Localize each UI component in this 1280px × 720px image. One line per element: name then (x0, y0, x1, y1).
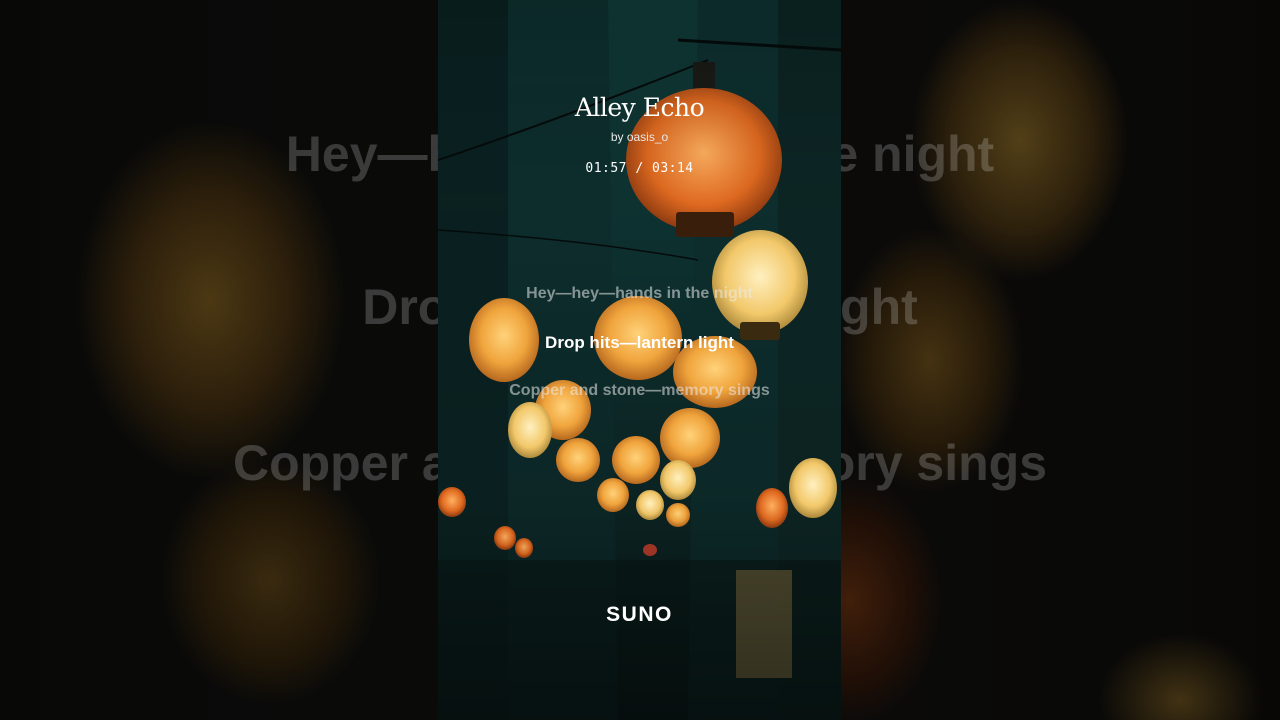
lyric-current-line: Drop hits—lantern light (545, 333, 734, 352)
lyric-next-line: Copper and stone—memory sings (509, 382, 770, 399)
lyric-previous-line: Hey—hey—hands in the night (526, 285, 753, 302)
song-title: Alley Echo (574, 93, 705, 122)
suno-logo: SUNO (606, 603, 673, 626)
song-artist[interactable]: by oasis_o (438, 130, 841, 144)
video-panel: Alley Echo by oasis_o 01:57 / 03:14 Hey—… (438, 0, 841, 720)
playback-time: 01:57 / 03:14 (585, 161, 694, 176)
